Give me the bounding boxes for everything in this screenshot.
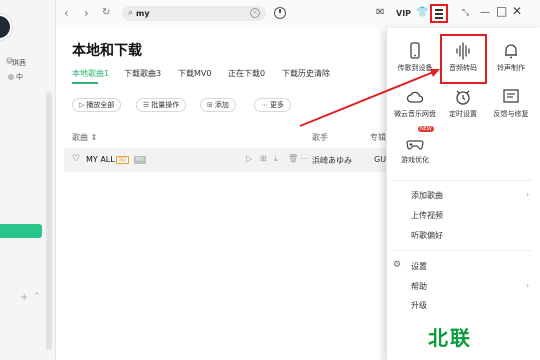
active-tab-indicator	[72, 82, 98, 84]
divider	[392, 180, 532, 181]
maximize-icon[interactable]: □	[496, 5, 507, 17]
batch-label: 批量操作	[151, 101, 180, 109]
add-playlist-icon[interactable]: +	[20, 292, 28, 303]
search-icon: ⌕	[128, 8, 134, 18]
gamepad-icon	[406, 134, 424, 152]
play-icon[interactable]: ▷	[246, 154, 252, 163]
play-icon: ▷	[79, 101, 85, 109]
alarm-icon	[454, 88, 472, 106]
add-button[interactable]: ⊞ 添加	[200, 98, 236, 112]
more-button[interactable]: ⋯ 更多	[254, 98, 291, 112]
phone-icon	[406, 42, 424, 60]
main-menu-button[interactable]	[430, 4, 448, 23]
feedback-icon	[502, 88, 520, 106]
menu-transfer-device-label: 传歌到设备	[397, 64, 433, 72]
minimize-icon[interactable]: —	[480, 7, 490, 19]
cloud-icon	[406, 88, 424, 106]
left-sidebar: × 琪茜 中 + ⌃	[0, 0, 56, 360]
chevron-up-icon[interactable]: ⌃	[33, 292, 41, 302]
song-artist[interactable]: 浜崎あゆみ	[312, 155, 352, 166]
heart-icon[interactable]: ♡	[72, 154, 80, 164]
delete-icon[interactable]: 🗑	[288, 154, 298, 163]
more-options-icon[interactable]: ⋯	[300, 154, 308, 163]
skin-icon[interactable]: 👕	[416, 7, 428, 19]
menu-settings[interactable]: 设置	[411, 261, 427, 272]
bell-icon	[502, 42, 520, 60]
song-title: MY ALL	[86, 155, 115, 164]
list-icon: ☰	[143, 101, 150, 109]
avatar[interactable]	[0, 14, 12, 40]
menu-upgrade[interactable]: 升级	[411, 300, 427, 311]
menu-listening-preference[interactable]: 听歌偏好	[411, 230, 443, 241]
add-to-icon[interactable]: ⊞	[260, 154, 267, 163]
tab-downloading[interactable]: 正在下载0	[228, 68, 265, 79]
history-icon[interactable]	[274, 7, 286, 19]
song-album[interactable]: GU	[374, 155, 386, 164]
menu-timer[interactable]: 定时设置	[438, 88, 488, 119]
menu-ringtone-label: 铃声制作	[497, 64, 525, 72]
highlight-box	[440, 34, 487, 84]
chevron-right-icon: ›	[526, 281, 530, 290]
column-artist[interactable]: 歌手	[312, 132, 328, 143]
menu-game-optimize[interactable]: 游戏优化	[390, 134, 440, 165]
menu-upload-video[interactable]: 上传视频	[411, 210, 443, 221]
menu-add-song[interactable]: 添加歌曲	[411, 190, 443, 201]
menu-cloud-drive[interactable]: 微云音乐网盘	[390, 88, 440, 119]
vip-button[interactable]: VIP	[396, 9, 411, 18]
new-badge: NEW	[418, 126, 434, 132]
column-song-label: 歌曲	[72, 133, 88, 142]
batch-button[interactable]: ☰ 批量操作	[136, 98, 187, 112]
sq-badge: SQ	[116, 156, 130, 164]
menu-feedback-label: 反馈与修复	[493, 110, 529, 118]
search-input[interactable]: ⌕ my ×	[122, 6, 266, 21]
back-icon[interactable]: ‹	[64, 7, 69, 19]
divider	[392, 250, 532, 251]
close-window-icon[interactable]: ✕	[512, 5, 522, 17]
table-row[interactable]: ♡ MY ALL SQ MV ▷ ⊞ ⤓ 🗑 ⋯ 浜崎あゆみ GU	[64, 148, 386, 172]
menu-feedback[interactable]: 反馈与修复	[486, 88, 536, 119]
sidebar-active-item[interactable]	[0, 224, 42, 238]
watermark: 北联	[428, 326, 472, 350]
search-value: my	[136, 9, 150, 18]
forward-icon[interactable]: ›	[84, 7, 89, 19]
status-text: 中	[16, 73, 23, 81]
more-icon: ⋯	[261, 101, 268, 109]
menu-help[interactable]: 帮助	[411, 281, 427, 292]
chevron-right-icon: ›	[526, 190, 530, 199]
mini-mode-icon[interactable]: ⤡	[462, 7, 469, 19]
mail-icon[interactable]: ✉	[376, 7, 384, 19]
sidebar-scrollbar[interactable]	[46, 92, 52, 350]
gear-icon: ⚙	[393, 260, 402, 270]
tab-downloaded-mv[interactable]: 下载MV0	[178, 68, 211, 79]
mv-badge[interactable]: MV	[134, 156, 146, 164]
menu-ringtone[interactable]: 铃声制作	[486, 42, 536, 73]
top-bar: ‹ › ↻ ⌕ my × ✉ VIP 👕 ⤡ — □ ✕	[56, 0, 540, 28]
column-album[interactable]: 专辑	[370, 132, 386, 143]
menu-cloud-drive-label: 微云音乐网盘	[394, 110, 436, 118]
tab-downloaded-songs[interactable]: 下载歌曲3	[124, 68, 161, 79]
plus-box-icon: ⊞	[207, 101, 213, 109]
tab-local-songs[interactable]: 本地歌曲1	[72, 68, 109, 79]
tab-download-history[interactable]: 下载历史清除	[282, 68, 330, 79]
page-title: 本地和下载	[72, 43, 142, 59]
menu-transfer-device[interactable]: 传歌到设备	[390, 42, 440, 73]
menu-timer-label: 定时设置	[449, 110, 477, 118]
play-all-label: 播放全部	[86, 101, 115, 109]
clear-search-icon[interactable]: ×	[250, 8, 260, 18]
add-label: 添加	[214, 101, 229, 109]
play-all-button[interactable]: ▷ 播放全部	[72, 98, 122, 112]
status-dot-icon	[8, 74, 14, 80]
more-label: 更多	[270, 101, 284, 109]
username: 琪茜	[12, 59, 26, 67]
refresh-icon[interactable]: ↻	[102, 7, 110, 19]
download-icon[interactable]: ⤓	[274, 154, 278, 164]
column-song[interactable]: 歌曲 ⇕	[72, 132, 97, 143]
menu-game-optimize-label: 游戏优化	[401, 156, 429, 164]
